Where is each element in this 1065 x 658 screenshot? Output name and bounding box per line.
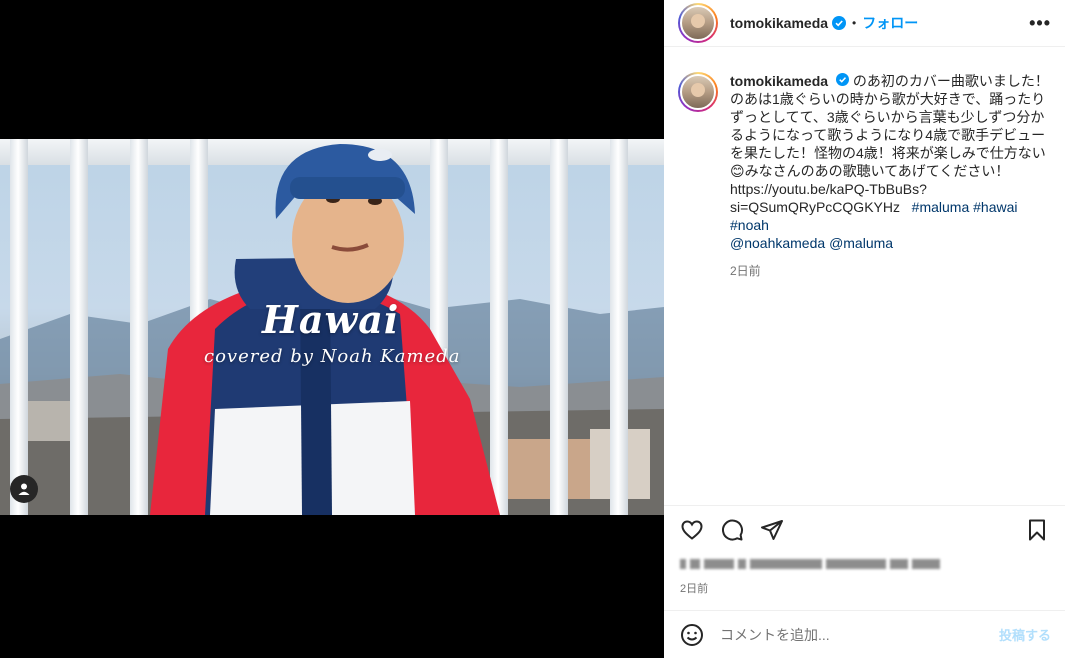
hashtag-link[interactable]: #noah (730, 217, 769, 233)
verified-badge-icon (832, 16, 847, 30)
comment-bar: 投稿する (664, 610, 1065, 658)
post-side-panel: tomokikameda • フォロー ••• tomokikameda のあ初… (664, 0, 1065, 658)
header-username[interactable]: tomokikameda (730, 15, 828, 31)
caption-text-line: ずっとしてて、3歳ぐらいから言葉も少しずつ分か (730, 109, 1045, 125)
caption-text-line: のあ初のカバー曲歌いました！ (852, 73, 1049, 89)
caption-link[interactable]: https://youtu.be/kaPQ-TbBuBs? (730, 180, 1050, 198)
video-title-overlay: Hawai (262, 297, 400, 342)
caption-link-cont[interactable]: si=QSumQRyPcCQGKYHz (730, 199, 900, 215)
post-media[interactable]: Hawai covered by Noah Kameda (0, 0, 664, 658)
avatar[interactable] (678, 3, 718, 43)
heart-icon[interactable] (680, 518, 704, 542)
separator-dot: • (852, 16, 857, 30)
post-actions-bar (664, 505, 1065, 542)
caption-text-line: を果たした！怪物の4歳！将来が楽しみで仕方ない (730, 145, 1046, 161)
mention-link[interactable]: @noahkameda (730, 235, 825, 251)
paper-plane-icon[interactable] (760, 518, 784, 542)
bookmark-icon[interactable] (1025, 518, 1049, 542)
video-frame[interactable]: Hawai covered by Noah Kameda (0, 139, 664, 515)
caption-text-line: 😊みなさんのあの歌聴いてあげてください！ (730, 163, 1010, 179)
comment-input[interactable] (720, 626, 970, 643)
hashtag-link[interactable]: #maluma (912, 199, 970, 215)
caption-body: tomokikameda のあ初のカバー曲歌いました！ のあは1歳ぐらいの時から… (730, 72, 1050, 280)
verified-badge-icon (835, 73, 849, 86)
hashtag-link[interactable]: #hawai (973, 199, 1017, 215)
more-options-icon[interactable]: ••• (1029, 13, 1051, 34)
smiley-icon[interactable] (680, 623, 704, 647)
post-timestamp: 2日前 (680, 583, 709, 595)
user-icon (18, 483, 30, 495)
tagged-users-button[interactable] (10, 475, 38, 503)
comment-icon[interactable] (720, 518, 744, 542)
caption-username[interactable]: tomokikameda (730, 73, 828, 89)
likes-count-redacted (680, 559, 940, 569)
caption-text-line: のあは1歳ぐらいの時から歌が大好きで、踊ったり (730, 91, 1046, 107)
video-subtitle-overlay: covered by Noah Kameda (204, 346, 461, 367)
caption-text-line: るようになって歌うようになり4歳で歌手デビュー (730, 127, 1046, 143)
follow-button[interactable]: フォロー (862, 13, 918, 33)
mention-link[interactable]: @maluma (829, 235, 893, 251)
post-caption: tomokikameda のあ初のカバー曲歌いました！ のあは1歳ぐらいの時から… (678, 72, 1058, 280)
post-comment-button[interactable]: 投稿する (999, 625, 1051, 644)
caption-timestamp: 2日前 (730, 264, 761, 278)
avatar[interactable] (678, 72, 718, 112)
post-header: tomokikameda • フォロー ••• (664, 0, 1065, 47)
